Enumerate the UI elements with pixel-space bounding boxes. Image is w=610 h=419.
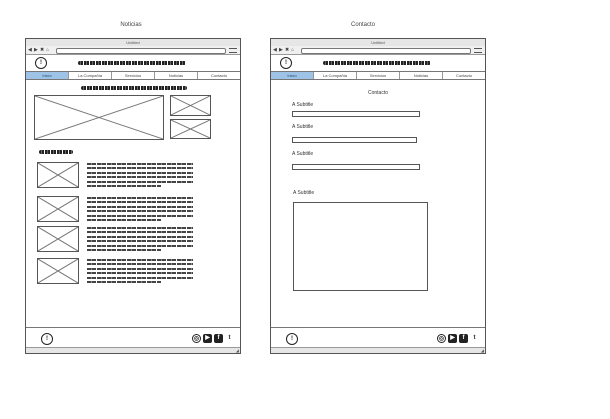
back-icon[interactable]: ◀ <box>28 47 32 53</box>
instagram-icon[interactable]: ◎ <box>437 334 446 343</box>
stop-icon[interactable]: ✖ <box>40 47 44 53</box>
shield-logo-icon: ! <box>280 57 292 69</box>
contact-input-1[interactable] <box>292 111 420 117</box>
footer-shield-icon: ! <box>41 333 53 345</box>
tab-inicio[interactable]: Inicio <box>271 72 314 79</box>
forward-icon[interactable]: ▶ <box>279 47 283 53</box>
window-statusbar: ◢ <box>271 347 485 353</box>
forward-icon[interactable]: ▶ <box>34 47 38 53</box>
site-nav: Inicio La Compañía Servicios Noticias Co… <box>271 71 485 80</box>
menu-icon[interactable] <box>229 48 237 53</box>
site-title-scribble <box>78 61 186 65</box>
stop-icon[interactable]: ✖ <box>285 47 289 53</box>
news-image-placeholder <box>37 162 79 188</box>
browser-window-contact: Untitled ◀ ▶ ✖ ⌂ ! Inicio La Compañía Se… <box>270 38 486 354</box>
side-image-placeholder <box>170 95 211 116</box>
resize-handle-icon[interactable]: ◢ <box>236 348 239 353</box>
message-textarea[interactable] <box>293 202 428 291</box>
section-heading-scribble <box>81 86 187 90</box>
social-links: ◎ ▶ f t <box>192 334 234 343</box>
tab-servicios[interactable]: Servicios <box>357 72 400 79</box>
facebook-icon[interactable]: f <box>459 334 468 343</box>
twitter-icon[interactable]: t <box>225 334 234 343</box>
site-title-scribble <box>323 61 431 65</box>
site-header: ! <box>26 54 240 71</box>
site-nav: Inicio La Compañía Servicios Noticias Co… <box>26 71 240 80</box>
contact-title: Contacto <box>367 90 388 96</box>
youtube-icon[interactable]: ▶ <box>448 334 457 343</box>
contact-input-3[interactable] <box>292 164 420 170</box>
news-heading-scribble <box>39 150 73 154</box>
news-text-block <box>87 227 193 253</box>
address-field[interactable] <box>56 47 226 54</box>
news-image-placeholder <box>37 226 79 252</box>
message-subtitle: A Subtitle <box>293 190 315 196</box>
browser-window-news: Untitled ◀ ▶ ✖ ⌂ ! Inicio La Compañía Se… <box>25 38 241 354</box>
resize-handle-icon[interactable]: ◢ <box>481 348 484 353</box>
field-subtitle: A Subtitle <box>292 124 314 130</box>
tab-inicio[interactable]: Inicio <box>26 72 69 79</box>
page-label-news: Noticias <box>120 22 142 28</box>
page-label-contact: Contacto <box>350 22 375 28</box>
shield-logo-icon: ! <box>35 57 47 69</box>
address-field[interactable] <box>301 47 471 54</box>
tab-compania[interactable]: La Compañía <box>314 72 357 79</box>
news-text-block <box>87 197 193 223</box>
tab-noticias[interactable]: Noticias <box>400 72 443 79</box>
site-header: ! <box>271 54 485 71</box>
facebook-icon[interactable]: f <box>214 334 223 343</box>
twitter-icon[interactable]: t <box>470 334 479 343</box>
social-links: ◎ ▶ f t <box>437 334 479 343</box>
field-subtitle: A Subtitle <box>292 102 314 108</box>
youtube-icon[interactable]: ▶ <box>203 334 212 343</box>
field-subtitle: A Subtitle <box>292 151 314 157</box>
footer-shield-icon: ! <box>286 333 298 345</box>
window-statusbar: ◢ <box>26 347 240 353</box>
window-title: Untitled <box>126 40 140 45</box>
tab-servicios[interactable]: Servicios <box>112 72 155 79</box>
news-text-block <box>87 163 193 189</box>
news-text-block <box>87 259 193 285</box>
tab-contacto[interactable]: Contacto <box>198 72 240 79</box>
menu-icon[interactable] <box>474 48 482 53</box>
tab-compania[interactable]: La Compañía <box>69 72 112 79</box>
back-icon[interactable]: ◀ <box>273 47 277 53</box>
tab-contacto[interactable]: Contacto <box>443 72 485 79</box>
contact-input-2[interactable] <box>292 137 417 143</box>
news-image-placeholder <box>37 258 79 284</box>
tab-noticias[interactable]: Noticias <box>155 72 198 79</box>
home-icon[interactable]: ⌂ <box>291 47 294 53</box>
home-icon[interactable]: ⌂ <box>46 47 49 53</box>
news-image-placeholder <box>37 196 79 222</box>
side-image-placeholder <box>170 119 211 139</box>
window-title: Untitled <box>371 40 385 45</box>
hero-image-placeholder <box>34 95 164 140</box>
instagram-icon[interactable]: ◎ <box>192 334 201 343</box>
